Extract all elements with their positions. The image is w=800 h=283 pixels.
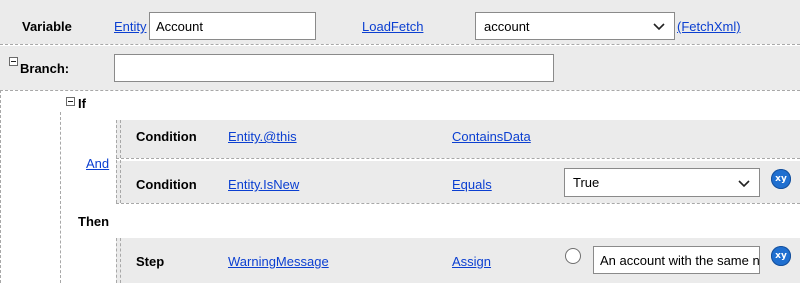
if-guide-line (60, 112, 61, 283)
branch-guide-line (0, 90, 1, 283)
chevron-down-icon (653, 23, 665, 31)
fetch-entity-select[interactable]: account (475, 12, 675, 40)
step-target-link[interactable]: WarningMessage (228, 254, 329, 269)
value-mode-radio[interactable] (565, 248, 581, 264)
step-group-line (120, 238, 121, 283)
fetchxml-link[interactable]: (FetchXml) (677, 19, 741, 34)
condition-value-select-value: True (573, 175, 600, 190)
branch-label: Branch: (20, 61, 70, 76)
condition-value-select[interactable]: True (564, 168, 760, 197)
entity-name-input[interactable]: Account (149, 12, 316, 40)
branch-name-input[interactable] (114, 54, 554, 82)
step-label: Step (136, 254, 165, 269)
condition-field-link[interactable]: Entity.IsNew (228, 177, 299, 192)
condition-operator-link[interactable]: ContainsData (452, 129, 531, 144)
chevron-down-icon (738, 179, 750, 187)
divider (116, 158, 800, 159)
xy-expression-button[interactable]: xy (771, 246, 791, 266)
fetch-entity-select-value: account (484, 18, 530, 34)
condition-field-link[interactable]: Entity.@this (228, 129, 297, 144)
step-value-input[interactable]: An account with the same n (593, 246, 760, 274)
then-label: Then (78, 214, 110, 229)
condition-operator-link[interactable]: Equals (452, 177, 492, 192)
condition-label: Condition (136, 129, 197, 144)
loadfetch-link[interactable]: LoadFetch (362, 19, 423, 34)
condition-label: Condition (136, 177, 197, 192)
entity-link[interactable]: Entity (114, 19, 147, 34)
divider (116, 203, 800, 204)
if-label: If (78, 96, 86, 111)
xy-expression-button[interactable]: xy (771, 169, 791, 189)
divider (0, 44, 800, 45)
variable-label: Variable (22, 19, 72, 34)
step-operator-link[interactable]: Assign (452, 254, 491, 269)
step-group-line (116, 238, 117, 283)
divider (0, 90, 800, 91)
collapse-if-icon[interactable] (66, 97, 75, 106)
condition-group-line (120, 120, 121, 203)
and-connector-link[interactable]: And (86, 156, 109, 171)
condition-group-line (116, 120, 117, 203)
collapse-branch-icon[interactable] (9, 57, 18, 66)
